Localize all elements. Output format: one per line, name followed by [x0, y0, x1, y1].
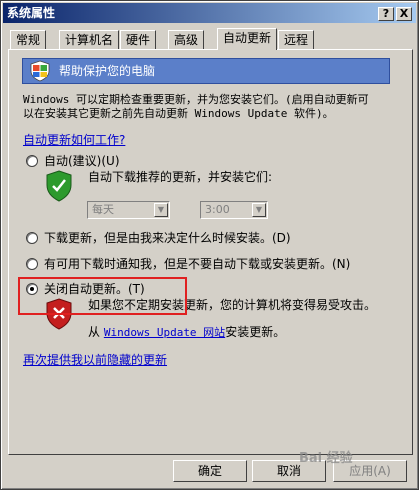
day-select[interactable]: 每天 ▼: [87, 201, 170, 219]
tab-remote[interactable]: 远程: [278, 30, 315, 49]
option-download-label[interactable]: 下载更新，但是由我来决定什么时候安装。(D): [44, 231, 291, 245]
day-select-value: 每天: [92, 203, 114, 216]
ok-button[interactable]: 确定: [173, 460, 247, 482]
windows-shield-icon: [30, 60, 50, 82]
time-select-value: 3:00: [205, 203, 230, 216]
tab-hardware[interactable]: 硬件: [120, 30, 157, 49]
header-title: 帮助保护您的电脑: [59, 64, 156, 78]
tab-advanced[interactable]: 高级: [168, 30, 205, 49]
radio-download[interactable]: [26, 232, 38, 244]
radio-automatic[interactable]: [26, 155, 38, 167]
tab-computer-name[interactable]: 计算机名: [59, 30, 120, 49]
site-line: 从 Windows Update 网站安装更新。: [88, 325, 285, 340]
day-select-arrow-icon[interactable]: ▼: [154, 203, 168, 217]
help-button[interactable]: ?: [378, 7, 394, 21]
highlight-box: [18, 277, 187, 315]
time-select[interactable]: 3:00 ▼: [200, 201, 268, 219]
windows-update-site-link[interactable]: Windows Update 网站: [104, 326, 225, 339]
time-select-arrow-icon[interactable]: ▼: [252, 203, 266, 217]
site-line-prefix: 从: [88, 325, 101, 339]
watermark: Bai 经验: [299, 451, 353, 466]
option-automatic-label[interactable]: 自动(建议)(U): [44, 154, 120, 168]
description-line-2: 以在安装其它更新之前先自动更新 Windows Update 软件)。: [23, 107, 334, 120]
title-bar: 系统属性 ? X: [3, 3, 416, 23]
description-line-1: Windows 可以定期检查重要更新，并为您安装它们。(启用自动更新可: [23, 93, 369, 106]
system-properties-window: 系统属性 ? X 常规 计算机名 硬件 高级 自动更新 远程 帮助保护您的电脑 …: [0, 0, 419, 490]
header-banner: 帮助保护您的电脑: [22, 58, 390, 84]
option-automatic-desc: 自动下载推荐的更新，并安装它们:: [88, 170, 273, 184]
window-title: 系统属性: [7, 6, 56, 20]
option-notify-label[interactable]: 有可用下载时通知我，但是不要自动下载或安装更新。(N): [44, 257, 350, 271]
close-button[interactable]: X: [396, 7, 412, 21]
radio-notify[interactable]: [26, 258, 38, 270]
green-shield-icon: [46, 170, 72, 202]
show-hidden-updates-link[interactable]: 再次提供我以前隐藏的更新: [23, 353, 167, 367]
site-line-suffix: 安装更新。: [225, 325, 286, 339]
tab-automatic-updates[interactable]: 自动更新: [217, 28, 278, 50]
tab-general[interactable]: 常规: [10, 30, 47, 49]
how-it-works-link[interactable]: 自动更新如何工作?: [23, 133, 125, 147]
